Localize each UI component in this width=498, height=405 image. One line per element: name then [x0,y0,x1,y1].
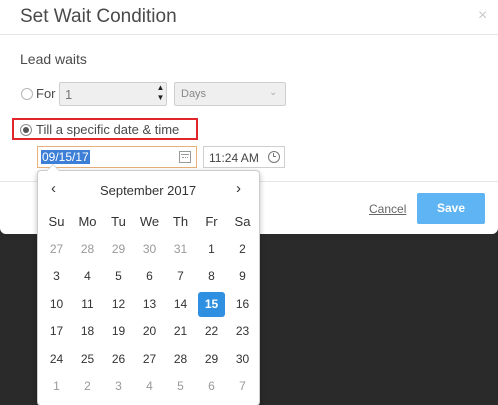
time-field-value: 11:24 AM [209,151,259,165]
calendar-day[interactable]: 3 [41,263,72,291]
weekday-header: We [139,214,160,229]
clock-icon[interactable] [268,151,280,163]
calendar-day[interactable]: 22 [196,318,227,346]
calendar-day[interactable]: 19 [103,318,134,346]
calendar-day[interactable]: 21 [165,318,196,346]
calendar-day[interactable]: 28 [165,346,196,374]
calendar-day[interactable]: 26 [103,346,134,374]
datepicker-month-label: September 2017 [99,183,197,198]
calendar-day[interactable]: 5 [103,263,134,291]
weekday-header: Fr [205,214,218,229]
calendar-day[interactable]: 12 [103,291,134,319]
section-label: Lead waits [20,51,87,67]
weekday-header: Sa [234,214,251,229]
till-date-radio[interactable] [20,124,32,136]
calendar-day[interactable]: 7 [227,373,258,401]
duration-input[interactable]: 1 [59,82,167,106]
calendar-day[interactable]: 23 [227,318,258,346]
calendar-day[interactable]: 25 [72,346,103,374]
date-field-value: 09/15/17 [41,150,90,164]
calendar-day[interactable]: 27 [134,346,165,374]
calendar-day[interactable]: 24 [41,346,72,374]
calendar-day[interactable]: 1 [41,373,72,401]
calendar-day[interactable]: 4 [134,373,165,401]
time-field[interactable]: 11:24 AM [203,146,285,168]
stepper-icon[interactable]: ▲ ▼ [155,83,166,105]
calendar-day[interactable]: 2 [72,373,103,401]
for-radio[interactable] [21,88,33,100]
calendar-day[interactable]: 20 [134,318,165,346]
weekday-header: Mo [78,214,97,229]
calendar-day[interactable]: 3 [103,373,134,401]
datepicker-popup: ‹ September 2017 › Su Mo Tu We Th Fr Sa 27 28 29 3… [37,164,260,405]
calendar-day[interactable]: 9 [227,263,258,291]
calendar-day[interactable]: 18 [72,318,103,346]
save-button[interactable]: Save [417,193,485,224]
till-date-label[interactable]: Till a specific date & time [36,122,179,137]
dialog-header: Set Wait Condition × [0,0,498,35]
calendar-day[interactable]: 28 [72,236,103,264]
calendar-day[interactable]: 11 [72,291,103,319]
calendar-day[interactable]: 6 [196,373,227,401]
weekday-header: Tu [111,214,126,229]
calendar-day[interactable]: 4 [72,263,103,291]
date-field[interactable]: 09/15/17 [37,146,197,168]
cancel-button[interactable]: Cancel [369,202,406,216]
calendar-icon[interactable] [179,151,191,163]
calendar-day[interactable]: 6 [134,263,165,291]
calendar-day[interactable]: 30 [227,346,258,374]
calendar-day[interactable]: 30 [134,236,165,264]
calendar-day-selected[interactable]: 15 [198,291,225,317]
calendar-day[interactable]: 7 [165,263,196,291]
calendar-day[interactable]: 1 [196,236,227,264]
dialog-title: Set Wait Condition [20,6,177,27]
calendar-day[interactable]: 16 [227,291,258,319]
calendar-day[interactable]: 13 [134,291,165,319]
calendar-day[interactable]: 31 [165,236,196,264]
calendar-day[interactable]: 27 [41,236,72,264]
calendar-day[interactable]: 10 [41,291,72,319]
calendar-day[interactable]: 17 [41,318,72,346]
calendar-day[interactable]: 2 [227,236,258,264]
calendar-day[interactable]: 8 [196,263,227,291]
close-icon[interactable]: × [478,8,487,24]
calendar-day[interactable]: 29 [103,236,134,264]
calendar-day[interactable]: 29 [196,346,227,374]
prev-month-icon[interactable]: ‹ [51,181,56,197]
calendar-day[interactable]: 14 [165,291,196,319]
weekday-header: Th [172,214,189,229]
for-label[interactable]: For [36,86,56,101]
calendar-day[interactable]: 5 [165,373,196,401]
next-month-icon[interactable]: › [236,181,241,197]
chevron-down-icon: ⌄ [269,87,278,98]
datepicker-grid: Su Mo Tu We Th Fr Sa 27 28 29 30 31 1 2 3 4 5 6 7 8 9 10 11 12 1… [41,208,258,401]
weekday-header: Su [48,214,65,229]
